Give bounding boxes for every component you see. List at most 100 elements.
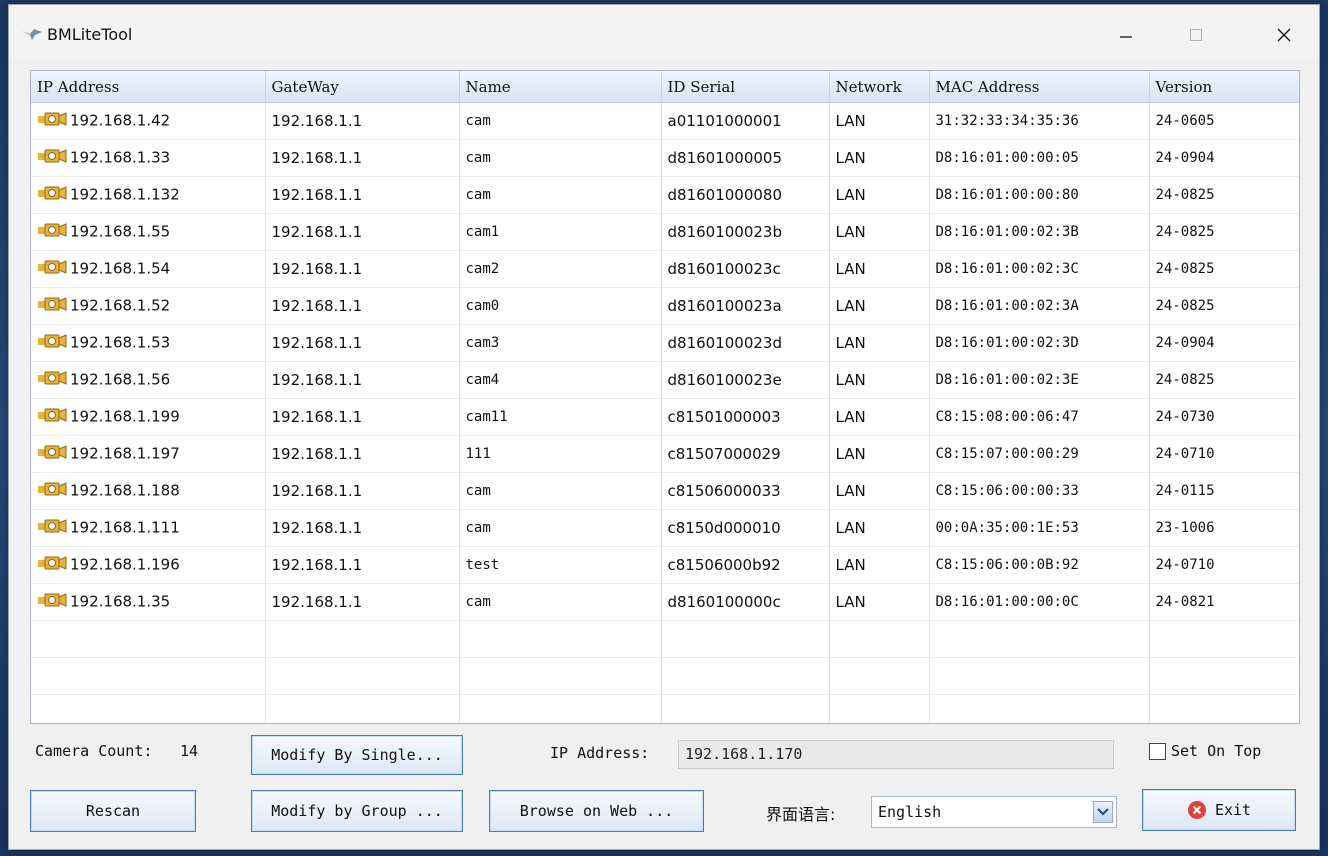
table-row[interactable]: 192.168.1.197 192.168.1.1 111 c81507000029 L… xyxy=(31,435,1299,473)
cell-id-serial: c81506000b92 xyxy=(661,546,830,584)
cell-text: LAN xyxy=(835,556,866,574)
camera-icon xyxy=(37,110,67,132)
modify-single-button[interactable]: Modify By Single... xyxy=(251,735,463,775)
empty-cell xyxy=(929,657,1150,695)
cell-mac: C8:15:07:00:00:29 xyxy=(929,435,1150,473)
cell-id-serial: d8160100023e xyxy=(661,361,830,399)
camera-icon xyxy=(37,221,67,243)
table-row[interactable]: 192.168.1.188 192.168.1.1 cam c81506000033 L… xyxy=(31,472,1299,510)
ip-address-field[interactable]: 192.168.1.170 xyxy=(678,740,1114,769)
cell-name: cam xyxy=(459,583,662,621)
cell-text: LAN xyxy=(835,112,866,130)
column-header-id-serial[interactable]: ID Serial xyxy=(661,71,830,103)
column-header-ip[interactable]: IP Address xyxy=(31,71,266,103)
cell-text: C8:15:08:00:06:47 xyxy=(935,409,1079,425)
cell-network: LAN xyxy=(829,546,930,584)
chevron-down-icon xyxy=(1097,808,1109,816)
cell-version: 23-1006 xyxy=(1149,509,1299,547)
table-row[interactable]: 192.168.1.53 192.168.1.1 cam3 d8160100023d L… xyxy=(31,324,1299,362)
cell-text: cam xyxy=(465,113,491,129)
empty-cell xyxy=(31,657,266,695)
empty-cell xyxy=(31,620,266,658)
rescan-button[interactable]: Rescan xyxy=(30,790,196,832)
cell-text: a01101000001 xyxy=(667,112,782,130)
table-row[interactable]: 192.168.1.199 192.168.1.1 cam11 c8150100000… xyxy=(31,398,1299,436)
cell-text: D8:16:01:00:02:3D xyxy=(935,335,1079,351)
bird-icon xyxy=(22,29,42,40)
cell-gateway: 192.168.1.1 xyxy=(265,435,460,473)
cell-text: C8:15:06:00:00:33 xyxy=(935,483,1079,499)
dropdown-button[interactable] xyxy=(1093,801,1113,823)
table-row[interactable]: 192.168.1.111 192.168.1.1 cam c8150d000010 L… xyxy=(31,509,1299,547)
camera-count-label: Camera Count: xyxy=(35,742,153,760)
exit-button[interactable]: Exit xyxy=(1142,789,1296,831)
cell-text: LAN xyxy=(835,408,866,426)
set-on-top-label[interactable]: Set On Top xyxy=(1171,742,1261,760)
cell-text: 192.168.1.1 xyxy=(271,223,363,241)
cell-network: LAN xyxy=(829,250,930,288)
empty-cell xyxy=(1149,620,1299,658)
cell-gateway: 192.168.1.1 xyxy=(265,102,460,140)
table-row[interactable]: 192.168.1.132 192.168.1.1 cam d81601000080 L… xyxy=(31,176,1299,214)
cell-text: 192.168.1.33 xyxy=(70,148,171,167)
empty-cell xyxy=(459,657,662,695)
table-row[interactable]: 192.168.1.42 192.168.1.1 cam a01101000001 LA… xyxy=(31,102,1299,140)
cell-network: LAN xyxy=(829,287,930,325)
title-bar[interactable]: BMLiteTool xyxy=(9,5,1319,59)
cell-text: 192.168.1.1 xyxy=(271,297,363,315)
cell-text: 00:0A:35:00:1E:53 xyxy=(935,520,1079,536)
cell-mac: D8:16:01:00:02:3A xyxy=(929,287,1150,325)
cell-id-serial: d8160100000c xyxy=(661,583,830,621)
cell-text: d8160100023a xyxy=(667,297,782,315)
cell-name: 111 xyxy=(459,435,662,473)
empty-cell xyxy=(459,694,662,723)
column-header-network[interactable]: Network xyxy=(829,71,930,103)
set-on-top-checkbox[interactable] xyxy=(1149,743,1166,760)
table-row[interactable]: 192.168.1.52 192.168.1.1 cam0 d8160100023a L… xyxy=(31,287,1299,325)
cell-text: d8160100023d xyxy=(667,334,782,352)
column-header-gateway[interactable]: GateWay xyxy=(265,71,460,103)
minimize-button[interactable] xyxy=(1103,15,1149,55)
cell-mac: 31:32:33:34:35:36 xyxy=(929,102,1150,140)
cell-id-serial: c8150d000010 xyxy=(661,509,830,547)
empty-table-row xyxy=(31,657,1299,695)
browse-web-button[interactable]: Browse on Web ... xyxy=(489,790,704,832)
cell-text: d8160100023c xyxy=(667,260,781,278)
cell-ip: 192.168.1.33 xyxy=(31,139,266,177)
maximize-button[interactable] xyxy=(1173,15,1219,55)
cell-name: cam xyxy=(459,509,662,547)
cell-text: LAN xyxy=(835,149,866,167)
table-row[interactable]: 192.168.1.33 192.168.1.1 cam d81601000005 LA… xyxy=(31,139,1299,177)
modify-group-button[interactable]: Modify by Group ... xyxy=(251,790,463,832)
cell-mac: D8:16:01:00:02:3B xyxy=(929,213,1150,251)
cell-text: cam xyxy=(465,520,491,536)
table-row[interactable]: 192.168.1.55 192.168.1.1 cam1 d8160100023b L… xyxy=(31,213,1299,251)
column-header-name[interactable]: Name xyxy=(459,71,662,103)
close-button[interactable] xyxy=(1261,15,1307,55)
cell-mac: D8:16:01:00:02:3D xyxy=(929,324,1150,362)
table-row[interactable]: 192.168.1.35 192.168.1.1 cam d8160100000c LA… xyxy=(31,583,1299,621)
app-window: BMLiteTool IP Address GateWay Name ID Se… xyxy=(8,4,1320,850)
empty-table-row xyxy=(31,694,1299,723)
cell-text: cam xyxy=(465,594,491,610)
cell-ip: 192.168.1.56 xyxy=(31,361,266,399)
camera-list[interactable]: IP Address GateWay Name ID Serial Networ… xyxy=(30,70,1300,724)
column-header-version[interactable]: Version xyxy=(1149,71,1299,103)
language-select[interactable]: English xyxy=(871,796,1117,828)
column-header-mac[interactable]: MAC Address xyxy=(929,71,1150,103)
cell-text: 24-0821 xyxy=(1155,594,1215,610)
cell-mac: C8:15:06:00:0B:92 xyxy=(929,546,1150,584)
cell-text: C8:15:06:00:0B:92 xyxy=(935,557,1079,573)
table-row[interactable]: 192.168.1.196 192.168.1.1 test c81506000b92… xyxy=(31,546,1299,584)
cell-text: d81601000080 xyxy=(667,186,783,204)
cell-mac: D8:16:01:00:00:05 xyxy=(929,139,1150,177)
cell-text: 192.168.1.35 xyxy=(70,592,171,611)
cell-ip: 192.168.1.199 xyxy=(31,398,266,436)
cell-text: 192.168.1.42 xyxy=(70,111,171,130)
camera-icon xyxy=(37,443,67,465)
cell-text: 192.168.1.188 xyxy=(70,481,180,500)
cell-text: 24-0115 xyxy=(1155,483,1215,499)
cell-text: 24-0825 xyxy=(1155,372,1215,388)
table-row[interactable]: 192.168.1.54 192.168.1.1 cam2 d8160100023c L… xyxy=(31,250,1299,288)
table-row[interactable]: 192.168.1.56 192.168.1.1 cam4 d8160100023e L… xyxy=(31,361,1299,399)
